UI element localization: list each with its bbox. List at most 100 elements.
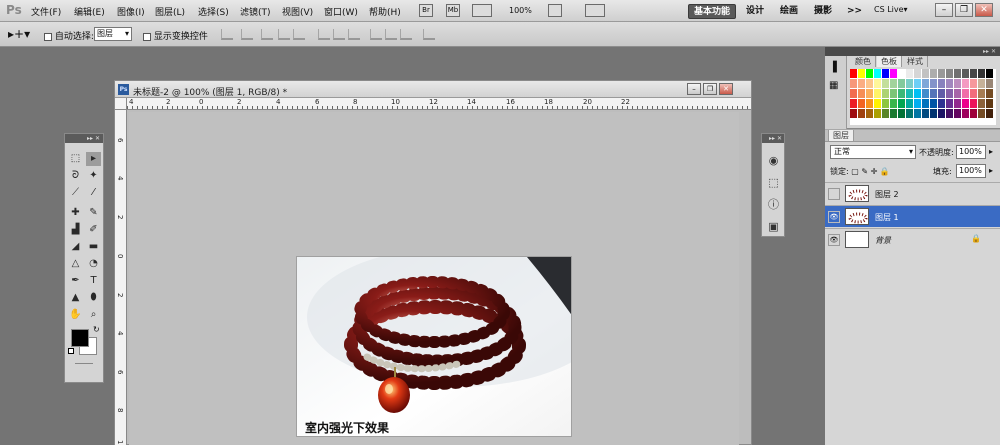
crop-tool-icon[interactable]: ⟋: [68, 186, 83, 200]
swatch-cell[interactable]: [874, 109, 881, 118]
horizontal-ruler[interactable]: 4 2 0 2 4 6 8 10 12 14 16 18 20 22: [127, 98, 751, 110]
swatch-cell[interactable]: [938, 69, 945, 78]
menu-help[interactable]: 帮助(H): [369, 5, 401, 18]
swatch-cell[interactable]: [882, 109, 889, 118]
3d-icon[interactable]: ◉: [767, 154, 780, 167]
workspace-photography[interactable]: 摄影: [809, 4, 837, 19]
auto-select-checkbox[interactable]: 自动选择:: [44, 29, 94, 42]
info-icon[interactable]: ⓘ: [767, 198, 780, 211]
swatch-cell[interactable]: [850, 89, 857, 98]
workspace-design[interactable]: 设计: [741, 4, 769, 19]
swatch-cell[interactable]: [930, 79, 937, 88]
swatch-cell[interactable]: [938, 89, 945, 98]
swatch-cell[interactable]: [986, 69, 993, 78]
tab-color[interactable]: 颜色: [851, 56, 876, 67]
tab-swatches[interactable]: 色板: [877, 56, 902, 67]
eye-icon[interactable]: 👁: [828, 211, 840, 223]
swatch-cell[interactable]: [978, 79, 985, 88]
shape-tool-icon[interactable]: ⬮: [86, 291, 101, 305]
lock-position-icon[interactable]: ✛: [871, 167, 878, 176]
distribute-vcenter-icon[interactable]: [333, 29, 345, 40]
swatch-cell[interactable]: [986, 99, 993, 108]
view-extras-icon[interactable]: [472, 4, 492, 17]
lasso-tool-icon[interactable]: ᘐ: [68, 169, 83, 183]
swatch-cell[interactable]: [874, 79, 881, 88]
swatch-cell[interactable]: [906, 69, 913, 78]
bridge-icon[interactable]: Br: [419, 4, 433, 17]
swatch-cell[interactable]: [866, 89, 873, 98]
align-bottom-icon[interactable]: [261, 29, 273, 40]
swatch-cell[interactable]: [978, 89, 985, 98]
gradient-tool-icon[interactable]: ▬: [86, 240, 101, 254]
image-icon[interactable]: ▣: [767, 220, 780, 233]
doc-close-button[interactable]: ✕: [719, 83, 733, 95]
swatch-cell[interactable]: [890, 99, 897, 108]
swatch-cell[interactable]: [898, 69, 905, 78]
swatch-cell[interactable]: [962, 89, 969, 98]
swatch-cell[interactable]: [978, 69, 985, 78]
swatch-cell[interactable]: [954, 99, 961, 108]
blur-tool-icon[interactable]: △: [68, 257, 83, 271]
arrange-documents-icon[interactable]: [548, 4, 562, 17]
swatch-cell[interactable]: [866, 69, 873, 78]
swatch-cell[interactable]: [882, 89, 889, 98]
marquee-tool-icon[interactable]: ⬚: [68, 152, 83, 166]
swatch-cell[interactable]: [898, 89, 905, 98]
history-brush-icon[interactable]: ✐: [86, 223, 101, 237]
swatch-cell[interactable]: [922, 89, 929, 98]
magic-wand-icon[interactable]: ✦: [86, 169, 101, 183]
swatch-cell[interactable]: [954, 109, 961, 118]
swatch-cell[interactable]: [850, 79, 857, 88]
menu-view[interactable]: 视图(V): [282, 5, 313, 18]
swatch-cell[interactable]: [874, 69, 881, 78]
swatch-cell[interactable]: [946, 69, 953, 78]
swatch-cell[interactable]: [914, 79, 921, 88]
mini-bridge-icon[interactable]: Mb: [446, 4, 460, 17]
swatch-cell[interactable]: [882, 99, 889, 108]
swatch-cell[interactable]: [970, 69, 977, 78]
swatch-cell[interactable]: [914, 109, 921, 118]
layer-name[interactable]: 图层 1: [875, 212, 899, 223]
swatch-cell[interactable]: [914, 89, 921, 98]
doc-minimize-button[interactable]: –: [687, 83, 701, 95]
mini-panel-header[interactable]: ▸▸ ✕: [762, 134, 784, 143]
swatch-cell[interactable]: [954, 69, 961, 78]
swatch-cell[interactable]: [858, 89, 865, 98]
swatch-cell[interactable]: [906, 99, 913, 108]
move-tool-preset-icon[interactable]: ▸+▾: [8, 27, 30, 41]
distribute-hcenter-icon[interactable]: [385, 29, 397, 40]
vertical-ruler[interactable]: 6 4 2 0 2 4 6 8 10: [115, 110, 127, 445]
eyedropper-icon[interactable]: ⁄: [86, 186, 101, 200]
swatch-cell[interactable]: [986, 89, 993, 98]
swatch-grid[interactable]: [850, 69, 996, 125]
swatch-cell[interactable]: [882, 69, 889, 78]
zoom-tool-icon[interactable]: ⌕: [86, 308, 101, 322]
document-titlebar[interactable]: Ps 未标题-2 @ 100% (图层 1, RGB/8) * – ❐ ✕: [115, 81, 751, 98]
ruler-origin[interactable]: [115, 98, 127, 110]
auto-select-dropdown[interactable]: 图层 ▾: [94, 27, 132, 41]
menu-window[interactable]: 窗口(W): [324, 5, 358, 18]
swatch-cell[interactable]: [970, 79, 977, 88]
distribute-right-icon[interactable]: [400, 29, 412, 40]
swatch-cell[interactable]: [970, 89, 977, 98]
swatch-cell[interactable]: [930, 99, 937, 108]
swatch-cell[interactable]: [954, 79, 961, 88]
eraser-icon[interactable]: ◢: [68, 240, 83, 254]
workspace-painting[interactable]: 绘画: [775, 4, 803, 19]
auto-align-layers-icon[interactable]: [423, 29, 435, 40]
align-vertical-center-icon[interactable]: [241, 29, 253, 40]
distribute-top-icon[interactable]: [318, 29, 330, 40]
swatch-cell[interactable]: [906, 109, 913, 118]
align-left-icon[interactable]: [278, 29, 290, 40]
eye-icon[interactable]: 👁: [828, 234, 840, 246]
layer-row[interactable]: 图层 2: [825, 182, 1000, 204]
swap-colors-icon[interactable]: ↻: [93, 325, 100, 334]
align-horizontal-center-icon[interactable]: [293, 29, 305, 40]
swatch-cell[interactable]: [922, 99, 929, 108]
tab-layers[interactable]: 图层: [828, 130, 854, 141]
swatch-cell[interactable]: [858, 99, 865, 108]
lock-pixels-icon[interactable]: ✎: [861, 167, 868, 176]
cs-live-menu[interactable]: CS Live▾: [874, 5, 908, 14]
tab-styles[interactable]: 样式: [903, 56, 928, 67]
fill-field[interactable]: 100%: [956, 164, 986, 178]
